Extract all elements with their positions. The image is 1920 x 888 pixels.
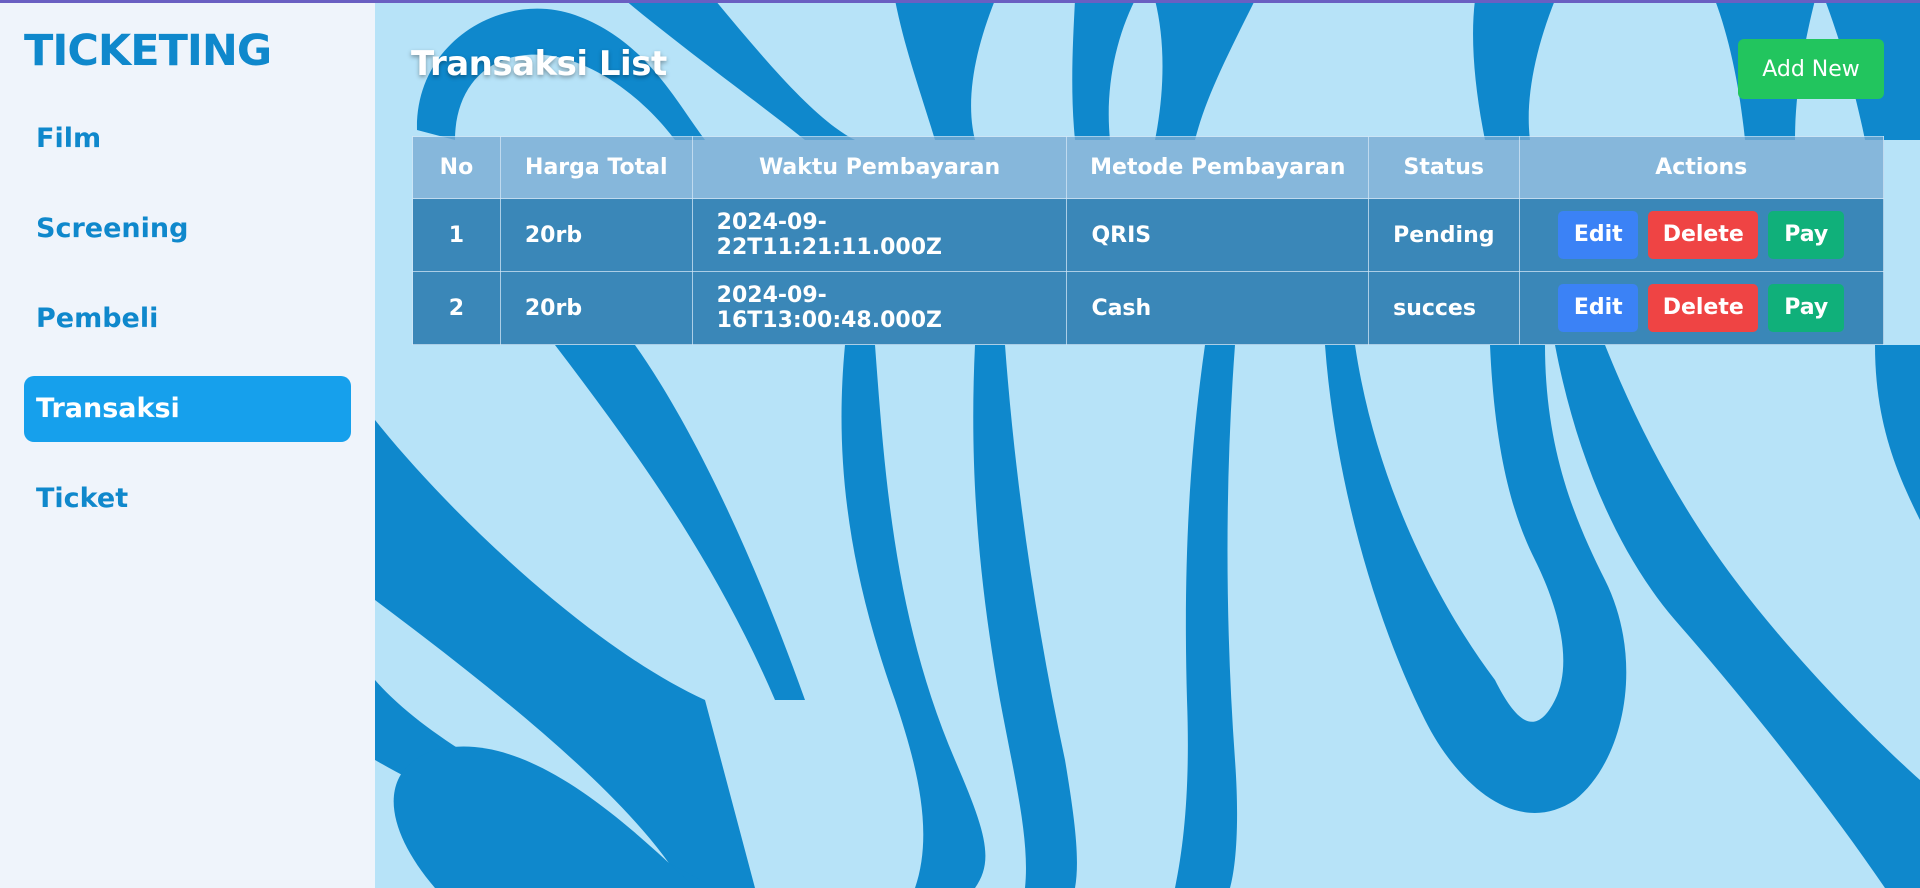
top-accent-line: [0, 0, 1920, 3]
column-header-harga-total: Harga Total: [499, 136, 693, 199]
sidebar: TICKETING Film Screening Pembeli Transak…: [0, 0, 375, 888]
cell-actions: Edit Delete Pay: [1518, 198, 1884, 272]
column-header-status: Status: [1368, 136, 1520, 199]
pay-button[interactable]: Pay: [1768, 284, 1845, 332]
edit-button[interactable]: Edit: [1558, 211, 1639, 259]
main-content: Transaksi List Add New No Harga Total Wa…: [375, 0, 1920, 888]
table-row: 1 20rb 2024-09-22T11:21:11.000Z QRIS Pen…: [412, 198, 1884, 272]
background-wave-pattern: [375, 0, 1920, 888]
delete-button[interactable]: Delete: [1648, 284, 1759, 332]
table-row: 2 20rb 2024-09-16T13:00:48.000Z Cash suc…: [412, 271, 1884, 345]
cell-status: Pending: [1368, 198, 1520, 272]
edit-button[interactable]: Edit: [1558, 284, 1639, 332]
column-header-metode-pembayaran: Metode Pembayaran: [1066, 136, 1370, 199]
sidebar-item-film[interactable]: Film: [24, 106, 351, 172]
sidebar-item-transaksi[interactable]: Transaksi: [24, 376, 351, 442]
transaksi-table: No Harga Total Waktu Pembayaran Metode P…: [412, 136, 1884, 345]
pay-button[interactable]: Pay: [1768, 211, 1845, 259]
sidebar-item-pembeli[interactable]: Pembeli: [24, 286, 351, 352]
sidebar-item-screening[interactable]: Screening: [24, 196, 351, 262]
cell-waktu-pembayaran: 2024-09-16T13:00:48.000Z: [691, 271, 1068, 345]
cell-waktu-pembayaran: 2024-09-22T11:21:11.000Z: [691, 198, 1068, 272]
cell-harga-total: 20rb: [499, 271, 693, 345]
cell-metode-pembayaran: QRIS: [1066, 198, 1370, 272]
page-title: Transaksi List: [411, 44, 667, 84]
column-header-actions: Actions: [1518, 136, 1884, 199]
cell-no: 2: [412, 271, 501, 345]
delete-button[interactable]: Delete: [1648, 211, 1759, 259]
cell-actions: Edit Delete Pay: [1518, 271, 1884, 345]
column-header-waktu-pembayaran: Waktu Pembayaran: [691, 136, 1068, 199]
sidebar-nav: Film Screening Pembeli Transaksi Ticket: [24, 106, 351, 556]
cell-metode-pembayaran: Cash: [1066, 271, 1370, 345]
table-header-row: No Harga Total Waktu Pembayaran Metode P…: [412, 136, 1884, 199]
brand-logo: TICKETING: [24, 26, 272, 76]
cell-status: succes: [1368, 271, 1520, 345]
sidebar-item-ticket[interactable]: Ticket: [24, 466, 351, 532]
cell-harga-total: 20rb: [499, 198, 693, 272]
cell-no: 1: [412, 198, 501, 272]
column-header-no: No: [412, 136, 501, 199]
add-new-button[interactable]: Add New: [1738, 39, 1884, 99]
